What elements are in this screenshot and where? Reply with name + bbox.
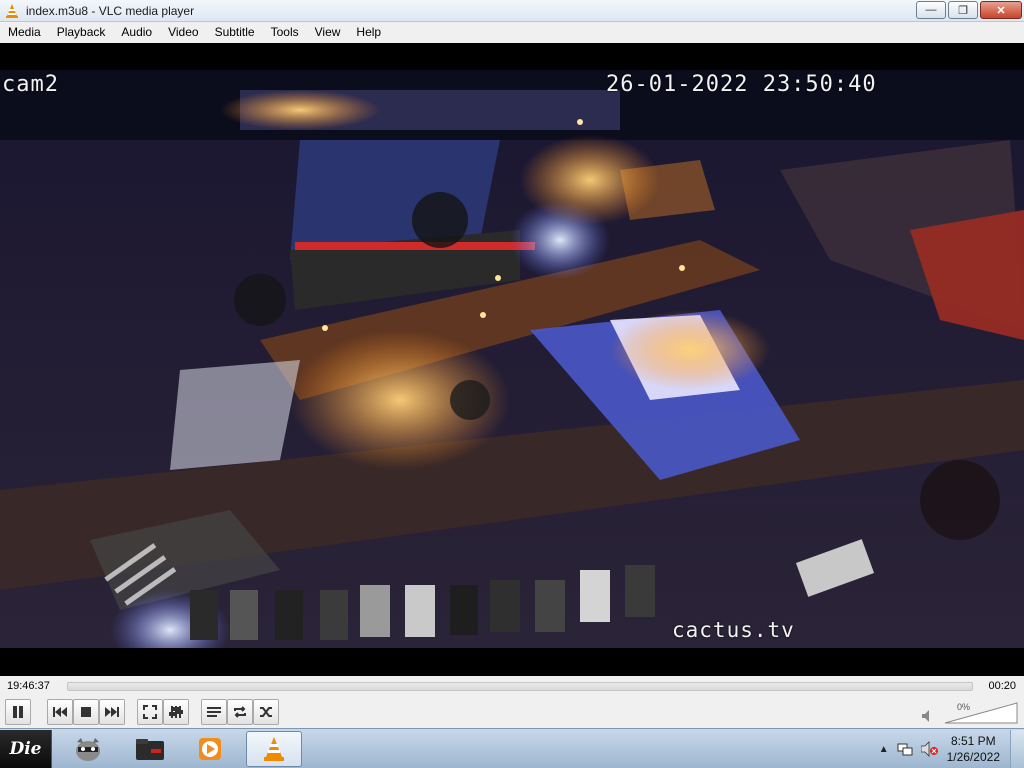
next-button[interactable]: [99, 699, 125, 725]
elapsed-time[interactable]: 19:46:37: [7, 680, 50, 692]
volume-muted-tray-icon[interactable]: [920, 741, 939, 757]
taskbar-raccoon-app[interactable]: [60, 731, 116, 767]
maximize-button[interactable]: ❐: [948, 1, 978, 19]
speaker-muted-icon[interactable]: [922, 710, 934, 722]
remaining-time[interactable]: 00:20: [988, 680, 1016, 692]
fullscreen-button[interactable]: [137, 699, 163, 725]
previous-icon: [53, 707, 67, 717]
window-title: index.m3u8 - VLC media player: [26, 3, 195, 18]
taskbar: Die ▲ 8:51 PM 1/26/2022: [0, 728, 1024, 768]
taskbar-media-app[interactable]: [182, 731, 238, 767]
seek-bar-area: 19:46:37 00:20: [0, 676, 1024, 696]
taskbar-clock[interactable]: 8:51 PM 1/26/2022: [947, 733, 1000, 765]
close-button[interactable]: ✕: [980, 1, 1022, 19]
shuffle-icon: [260, 707, 272, 717]
loop-button[interactable]: [227, 699, 253, 725]
night-cityscape-image: [0, 70, 1024, 648]
network-icon[interactable]: [897, 741, 913, 757]
raccoon-icon: [76, 738, 100, 761]
taskbar-vlc-app[interactable]: [246, 731, 302, 767]
playlist-button[interactable]: [201, 699, 227, 725]
video-area[interactable]: cam2 26-01-2022 23:50:40 cactus.tv: [0, 43, 1024, 676]
stop-button[interactable]: [73, 699, 99, 725]
menu-tools[interactable]: Tools: [263, 22, 307, 43]
folder-icon: [136, 739, 164, 760]
next-icon: [105, 707, 119, 717]
menu-video[interactable]: Video: [160, 22, 206, 43]
vlc-cone-icon: [6, 3, 18, 18]
title-bar: index.m3u8 - VLC media player — ❐ ✕: [0, 0, 1024, 22]
menu-subtitle[interactable]: Subtitle: [207, 22, 263, 43]
timestamp-overlay: 26-01-2022 23:50:40: [606, 72, 877, 97]
stop-icon: [81, 707, 91, 717]
extended-settings-button[interactable]: [163, 699, 189, 725]
previous-button[interactable]: [47, 699, 73, 725]
clock-date: 1/26/2022: [946, 750, 1000, 764]
taskbar-folder-app[interactable]: [122, 731, 178, 767]
video-frame: cam2 26-01-2022 23:50:40 cactus.tv: [0, 70, 1024, 648]
menu-bar: Media Playback Audio Video Subtitle Tool…: [0, 22, 1024, 43]
playlist-icon: [207, 707, 221, 717]
playback-controls: 0%: [0, 696, 1024, 728]
menu-help[interactable]: Help: [348, 22, 389, 43]
media-player-icon: [199, 738, 221, 760]
volume-slider[interactable]: [944, 702, 1018, 724]
menu-view[interactable]: View: [307, 22, 349, 43]
camera-label: cam2: [2, 72, 59, 97]
loop-icon: [234, 706, 246, 718]
clock-time: 8:51 PM: [950, 734, 996, 748]
start-button[interactable]: Die: [0, 730, 52, 768]
menu-media[interactable]: Media: [0, 22, 49, 43]
vlc-cone-icon: [264, 737, 284, 761]
pause-button[interactable]: [5, 699, 31, 725]
pause-icon: [13, 706, 23, 718]
menu-audio[interactable]: Audio: [113, 22, 160, 43]
show-desktop-button[interactable]: [1010, 730, 1024, 768]
watermark: cactus.tv: [672, 618, 795, 642]
equalizer-icon: [169, 706, 183, 718]
menu-playback[interactable]: Playback: [49, 22, 114, 43]
fullscreen-icon: [143, 705, 157, 719]
seek-slider[interactable]: [67, 681, 973, 691]
minimize-button[interactable]: —: [916, 1, 946, 19]
show-hidden-icons-button[interactable]: ▲: [879, 744, 889, 755]
system-tray: ▲ 8:51 PM 1/26/2022: [879, 732, 1000, 766]
shuffle-button[interactable]: [253, 699, 279, 725]
